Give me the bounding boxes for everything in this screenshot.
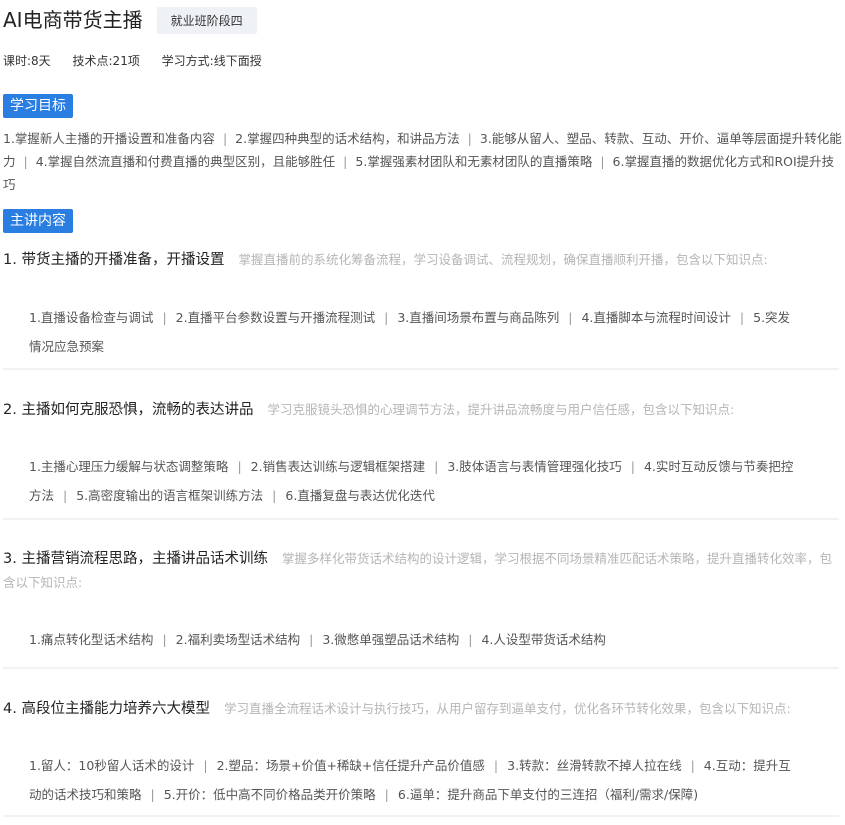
- separator: |: [343, 154, 348, 169]
- point-item: 2.直播平台参数设置与开播流程测试: [175, 310, 376, 325]
- knowledge-points: 1.主播心理压力缓解与状态调整策略 | 2.销售表达训练与逻辑框架搭建 | 3.肢体语言…: [29, 452, 799, 510]
- method-text: 学习方式:线下面授: [161, 54, 262, 68]
- separator: |: [23, 154, 28, 169]
- separator: |: [568, 310, 573, 325]
- goals-list: 1.掌握新人主播的开播设置和准备内容 | 2.掌握四种典型的话术结构，和讲品方法 | 3…: [3, 127, 843, 196]
- separator: |: [222, 131, 228, 146]
- page-title: AI电商带货主播: [3, 8, 143, 32]
- point-item: 3.肢体语言与表情管理强化技巧: [447, 459, 622, 474]
- separator: |: [162, 310, 167, 325]
- content-section-label: 主讲内容: [3, 209, 73, 233]
- goals-section-label: 学习目标: [3, 94, 73, 118]
- goal-item: 1.掌握新人主播的开播设置和准备内容: [3, 131, 215, 146]
- tech-points-text: 技术点:21项: [72, 54, 140, 68]
- separator: |: [150, 787, 155, 802]
- goal-item: 4.掌握自然流直播和付费直播的典型区别，且能够胜任: [35, 154, 336, 169]
- course-meta: 课时:8天 技术点:21项 学习方式:线下面授: [3, 52, 280, 69]
- knowledge-points: 1.直播设备检查与调试 | 2.直播平台参数设置与开播流程测试 | 3.直播间场景布置与…: [29, 303, 799, 361]
- stage-badge: 就业班阶段四: [156, 6, 257, 34]
- separator: |: [162, 632, 167, 647]
- separator: |: [309, 632, 314, 647]
- module-1: 1. 带货主播的开播准备，开播设置 掌握直播前的系统化筹备流程，学习设备调试、流程…: [3, 248, 841, 370]
- duration-text: 课时:8天: [3, 54, 51, 68]
- separator: |: [434, 459, 439, 474]
- separator: |: [739, 310, 745, 325]
- point-item: 5.开价：低中高不同价格品类开价策略: [163, 787, 376, 802]
- point-item: 3.直播间场景布置与商品陈列: [397, 310, 560, 325]
- point-item: 6.逼单：提升商品下单支付的三连招（福利/需求/保障): [397, 787, 699, 802]
- point-item: 5.高密度输出的语言框架训练方法: [76, 488, 264, 503]
- point-item: 3.微憋单强塑品话术结构: [322, 632, 460, 647]
- point-item: 1.痛点转化型话术结构: [29, 632, 154, 647]
- separator: |: [630, 459, 635, 474]
- goal-item: 5.掌握强素材团队和无素材团队的直播策略: [355, 154, 593, 169]
- separator: |: [468, 632, 473, 647]
- point-item: 4.人设型带货话术结构: [481, 632, 606, 647]
- point-item: 2.福利卖场型话术结构: [175, 632, 301, 647]
- separator: |: [467, 131, 472, 146]
- course-header: AI电商带货主播 就业班阶段四: [3, 6, 257, 34]
- separator: |: [272, 488, 277, 503]
- knowledge-points: 1.留人：10秒留人话术的设计 | 2.塑品：场景+价值+稀缺+信任提升产品价值感 |…: [29, 751, 799, 809]
- point-item: 3.转款：丝滑转款不掉人拉在线: [507, 758, 682, 773]
- separator: |: [690, 758, 695, 773]
- separator: |: [203, 758, 208, 773]
- point-item: 6.直播复盘与表达优化迭代: [285, 488, 435, 503]
- module-4: 4. 高段位主播能力培养六大模型 学习直播全流程话术设计与执行技巧，从用户留存到逼…: [3, 697, 841, 817]
- module-2: 2. 主播如何克服恐惧，流畅的表达讲品 学习克服镜头恐惧的心理调节方法，提升讲品流…: [3, 398, 841, 520]
- point-item: 1.主播心理压力缓解与状态调整策略: [29, 459, 229, 474]
- separator: |: [600, 154, 605, 169]
- separator: |: [63, 488, 68, 503]
- module-3: 3. 主播营销流程思路，主播讲品话术训练 掌握多样化带货话术结构的设计逻辑，学习根…: [3, 547, 841, 669]
- separator: |: [493, 758, 499, 773]
- separator: |: [384, 787, 389, 802]
- goal-item: 2.掌握四种典型的话术结构，和讲品方法: [235, 131, 460, 146]
- point-item: 1.留人：10秒留人话术的设计: [29, 758, 195, 773]
- separator: |: [237, 459, 242, 474]
- point-item: 2.销售表达训练与逻辑框架搭建: [250, 459, 426, 474]
- point-item: 4.直播脚本与流程时间设计: [581, 310, 731, 325]
- point-item: 2.塑品：场景+价值+稀缺+信任提升产品价值感: [216, 758, 485, 773]
- separator: |: [384, 310, 389, 325]
- point-item: 1.直播设备检查与调试: [29, 310, 154, 325]
- knowledge-points: 1.痛点转化型话术结构 | 2.福利卖场型话术结构 | 3.微憋单强塑品话术结构 | 4.人…: [29, 625, 799, 654]
